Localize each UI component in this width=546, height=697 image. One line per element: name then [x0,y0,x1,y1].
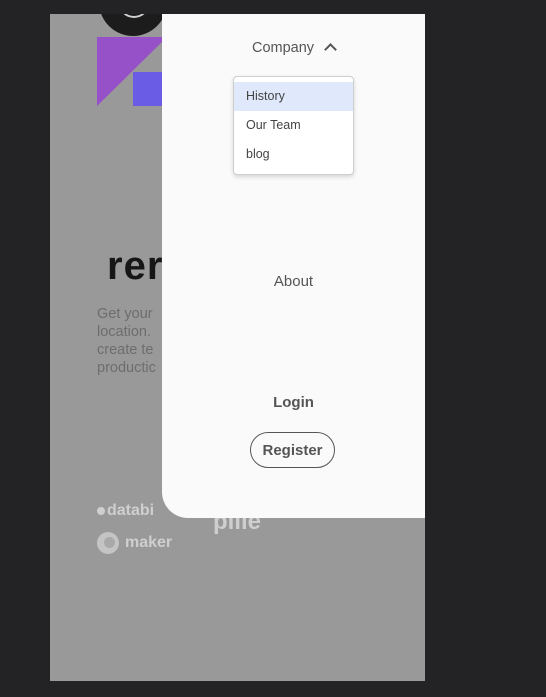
hero-title: rer [107,244,164,288]
dropdown-option-blog[interactable]: blog [234,140,353,169]
nav-item-company[interactable]: Company [162,40,425,56]
dropdown-option-history[interactable]: History [234,82,353,111]
company-dropdown: History Our Team blog [233,76,354,175]
partner-name: databi [107,502,155,519]
chevron-up-icon [324,43,337,56]
partner-logo-databricks: databi [97,502,154,520]
nav-item-company-label: Company [251,40,315,56]
databricks-dot-icon [97,507,105,515]
logo-ring-icon [119,14,149,18]
partner-name: maker [125,534,173,551]
nav-item-login[interactable]: Login [162,394,425,411]
nav-item-about[interactable]: About [162,273,425,290]
partner-logo-maker: maker [97,532,172,554]
maker-icon [97,532,119,554]
logo [99,14,167,36]
register-button[interactable]: Register [250,432,335,468]
dropdown-option-our-team[interactable]: Our Team [234,111,353,140]
mobile-viewport: rer Get your location. create te product… [50,14,425,681]
